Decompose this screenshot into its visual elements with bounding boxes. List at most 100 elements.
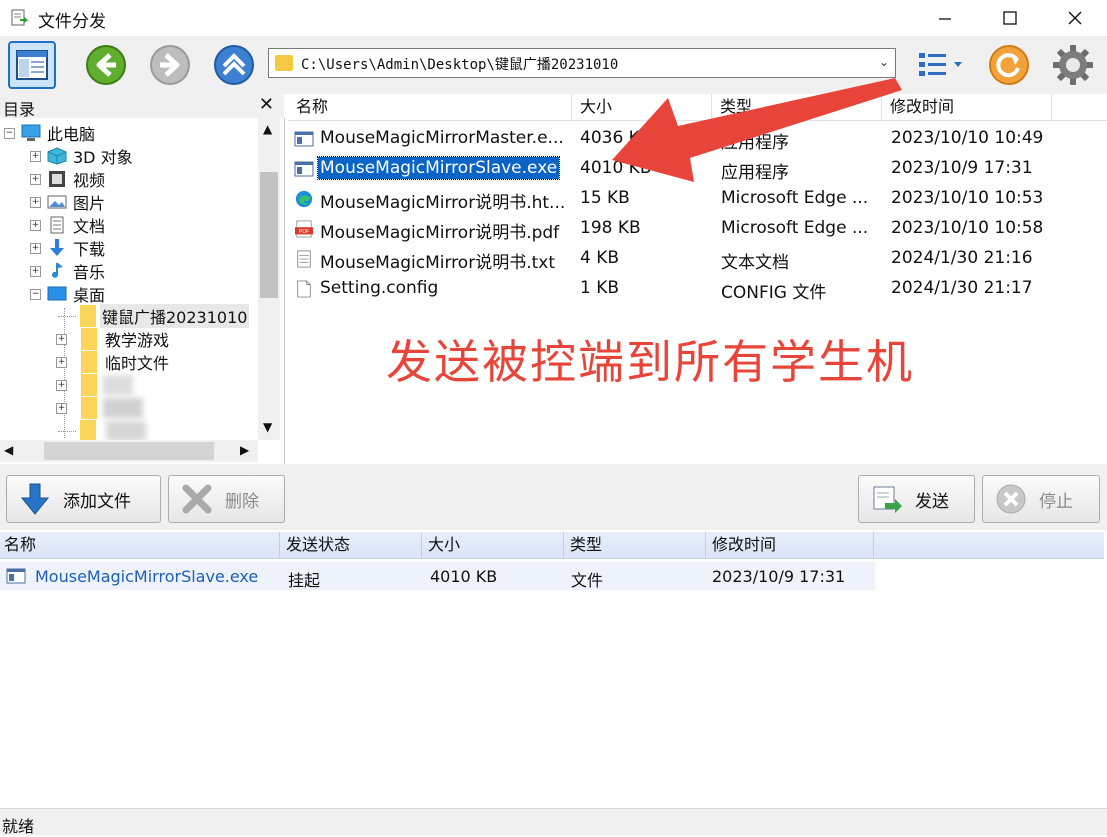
refresh-icon (989, 45, 1029, 85)
panel-toggle-button[interactable] (8, 41, 56, 89)
tree-item-videos[interactable]: + 视频 (30, 168, 105, 190)
minimize-button[interactable] (915, 0, 975, 36)
column-header-status[interactable]: 发送状态 (280, 532, 422, 558)
tree-vertical-scrollbar[interactable]: ▲ ▼ (258, 118, 280, 440)
annotation-text: 发送被控端到所有学生机 (386, 335, 914, 389)
expand-icon[interactable]: + (56, 333, 67, 345)
expand-icon[interactable]: + (56, 379, 67, 391)
send-icon (873, 486, 902, 513)
edge-icon (295, 190, 313, 208)
tree-title: 目录 (3, 100, 36, 119)
scroll-thumb[interactable] (44, 442, 214, 460)
forward-button[interactable] (146, 41, 194, 89)
file-row[interactable]: PDF MouseMagicMirror说明书.pdf 198 KB Micro… (288, 214, 1088, 244)
tree-item-blurred[interactable] (58, 420, 146, 442)
folder-icon (81, 328, 97, 350)
send-button[interactable]: 发送 (858, 475, 975, 523)
blurred-label (103, 398, 143, 418)
maximize-button[interactable] (980, 0, 1040, 36)
tree-horizontal-scrollbar[interactable]: ◀ ▶ (0, 440, 258, 462)
3d-objects-icon (47, 147, 67, 165)
text-file-icon (297, 250, 311, 268)
scroll-down-icon[interactable]: ▼ (263, 420, 272, 434)
minimize-icon (939, 18, 951, 20)
settings-icon (1053, 45, 1093, 85)
view-list-icon (919, 53, 962, 76)
tree-item-this-pc[interactable]: − 此电脑 (4, 122, 95, 144)
close-button[interactable] (1045, 0, 1105, 36)
collapse-icon[interactable]: − (30, 288, 41, 300)
scroll-right-icon[interactable]: ▶ (240, 443, 249, 457)
expand-icon[interactable]: + (30, 242, 41, 254)
expand-icon[interactable]: + (30, 173, 41, 185)
tree-panel-header: 目录 ✕ (0, 94, 284, 119)
settings-button[interactable] (1049, 41, 1097, 89)
column-header-modified[interactable]: 修改时间 (706, 532, 874, 558)
up-icon (214, 45, 254, 85)
stop-button[interactable]: 停止 (982, 475, 1100, 523)
folder-icon (275, 55, 293, 71)
toolbar: C:\Users\Admin\Desktop\键鼠广播20231010 ⌄ (0, 36, 1107, 94)
app-icon (11, 9, 29, 26)
column-header-name[interactable]: 名称 (288, 94, 572, 120)
tree-item-teaching-games[interactable]: + 教学游戏 (56, 328, 169, 350)
tree-item-desktop[interactable]: − 桌面 (30, 283, 105, 305)
address-path: C:\Users\Admin\Desktop\键鼠广播20231010 (301, 57, 619, 73)
folder-icon (80, 305, 96, 327)
file-row[interactable]: Setting.config 1 KB CONFIG 文件 2024/1/30 … (288, 274, 1088, 304)
folder-icon (81, 397, 97, 419)
action-toolbar: 添加文件 删除 发送 停止 (0, 470, 1107, 530)
tree-item-3d-objects[interactable]: + 3D 对象 (30, 145, 133, 167)
folder-icon (81, 351, 97, 373)
tree-item-music[interactable]: + 音乐 (30, 260, 105, 282)
folder-icon (80, 420, 96, 442)
arrow-down-icon (20, 483, 50, 515)
video-icon (49, 171, 65, 187)
close-icon[interactable]: ✕ (259, 94, 274, 115)
music-icon (52, 263, 63, 278)
tree-item-blurred[interactable]: + (56, 397, 143, 419)
expand-icon[interactable]: + (30, 150, 41, 162)
back-button[interactable] (82, 41, 130, 89)
back-icon (86, 45, 126, 85)
exe-icon (6, 568, 26, 584)
tree-item-downloads[interactable]: + 下载 (30, 237, 105, 259)
refresh-button[interactable] (985, 41, 1033, 89)
up-button[interactable] (210, 41, 258, 89)
column-header-size[interactable]: 大小 (422, 532, 564, 558)
panel-toggle-icon (16, 50, 48, 80)
add-file-button[interactable]: 添加文件 (6, 475, 161, 523)
expand-icon[interactable]: + (56, 356, 67, 368)
computer-icon (21, 124, 41, 141)
view-mode-button[interactable] (916, 41, 964, 89)
title-bar: 文件分发 (0, 0, 1107, 36)
close-icon (1068, 11, 1082, 25)
download-icon (50, 239, 64, 256)
tree-item-blurred[interactable]: + (56, 374, 133, 396)
expand-icon[interactable]: + (56, 402, 67, 414)
forward-icon (150, 45, 190, 85)
scroll-up-icon[interactable]: ▲ (263, 122, 272, 136)
scroll-thumb[interactable] (260, 172, 278, 298)
folder-tree: − 此电脑 + 3D 对象 + 视频 + 图片 + 文档 + 下载 + 音乐 −… (0, 118, 285, 464)
file-row[interactable]: MouseMagicMirror说明书.txt 4 KB 文本文档 2024/1… (288, 244, 1088, 274)
annotation-arrow (612, 78, 902, 182)
tree-item-temp-files[interactable]: + 临时文件 (56, 351, 169, 373)
expand-icon[interactable]: + (30, 265, 41, 277)
tree-item-documents[interactable]: + 文档 (30, 214, 105, 236)
column-header-type[interactable]: 类型 (564, 532, 706, 558)
picture-icon (47, 195, 67, 209)
exe-icon (294, 161, 314, 177)
tree-item-pictures[interactable]: + 图片 (30, 191, 105, 213)
tree-item-keymouse-broadcast[interactable]: 键鼠广播20231010 (58, 304, 250, 328)
window-title: 文件分发 (38, 12, 106, 32)
expand-icon[interactable]: + (30, 219, 41, 231)
column-header-name[interactable]: 名称 (0, 532, 280, 558)
expand-icon[interactable]: + (30, 196, 41, 208)
collapse-icon[interactable]: − (4, 127, 15, 139)
folder-icon (81, 374, 97, 396)
scroll-left-icon[interactable]: ◀ (4, 443, 13, 457)
stop-icon (996, 484, 1026, 514)
send-list-row[interactable]: MouseMagicMirrorSlave.exe 挂起 4010 KB 文件 … (0, 562, 875, 590)
delete-button[interactable]: 删除 (168, 475, 285, 523)
